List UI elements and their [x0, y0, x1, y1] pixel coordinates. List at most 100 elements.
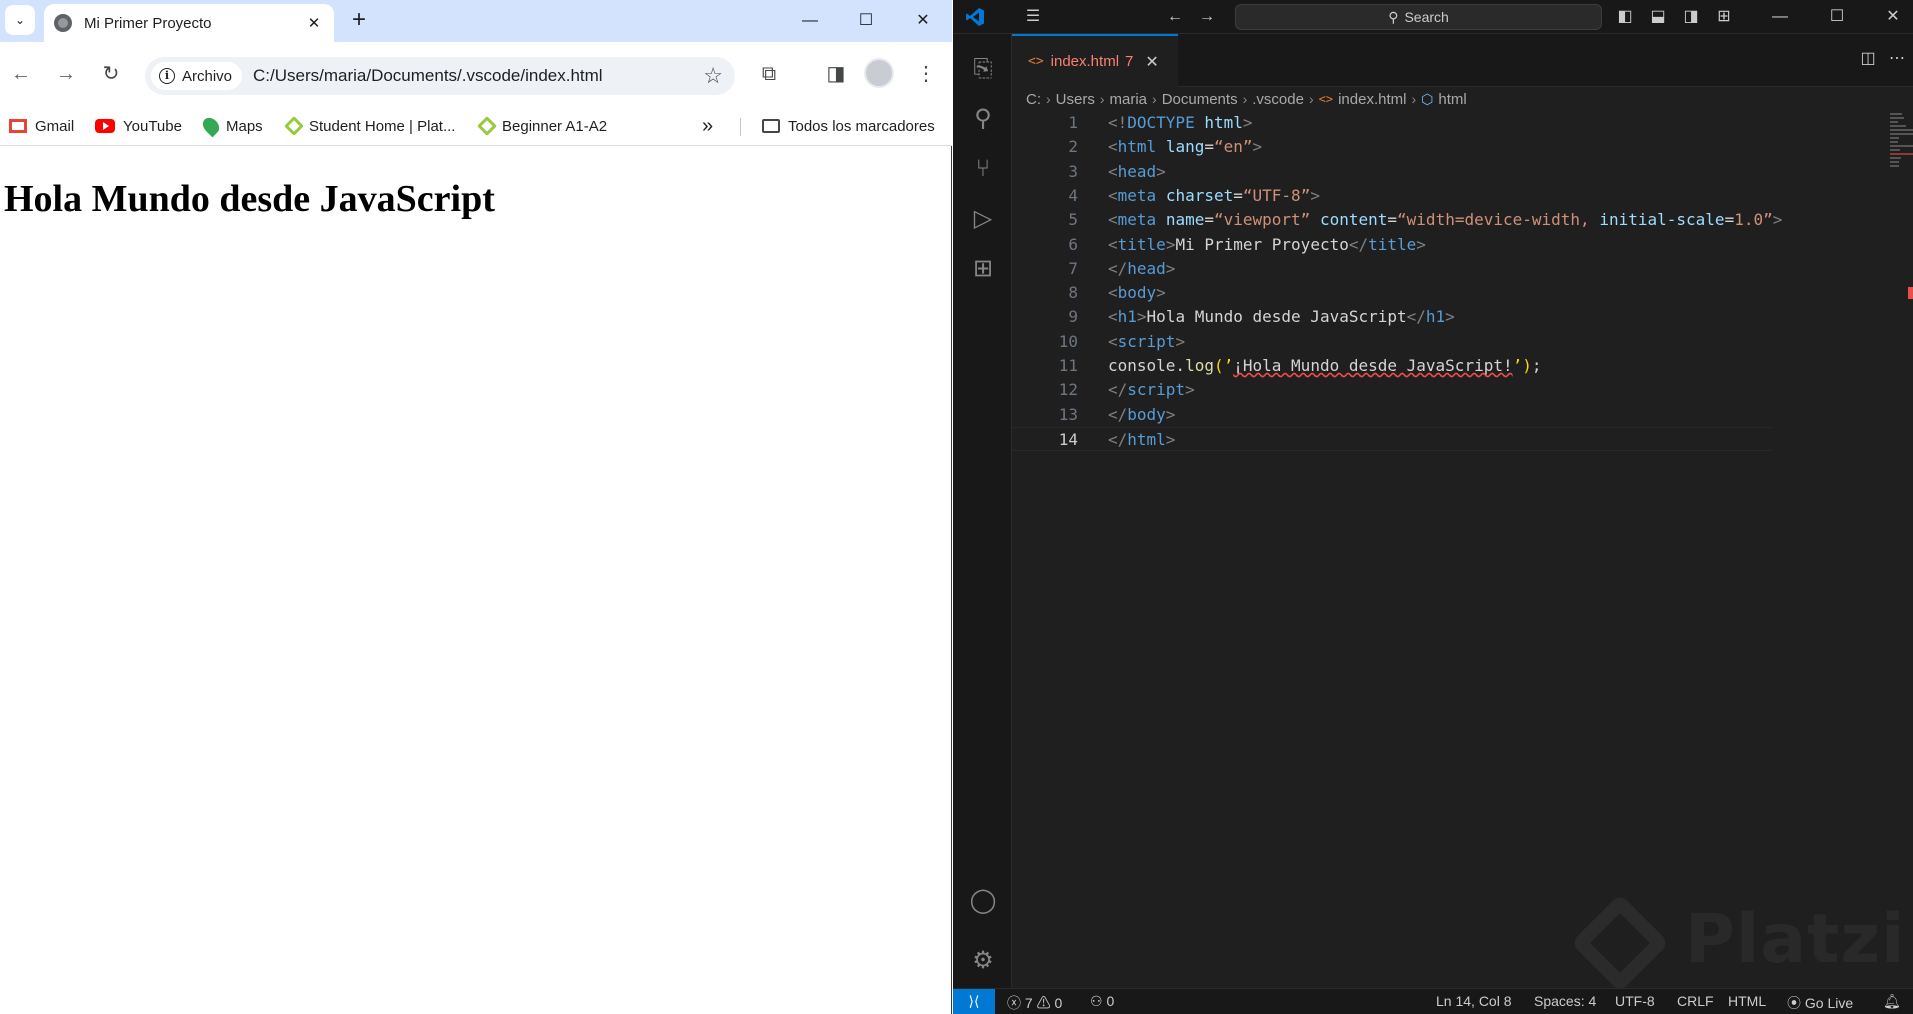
toggle-primary-sidebar-icon[interactable]: ◧	[1613, 5, 1637, 29]
line-number: 5	[1068, 210, 1078, 230]
code-line[interactable]: 4 <meta charset=“UTF-8”>	[1012, 184, 1772, 208]
breadcrumb-item[interactable]: Users	[1056, 91, 1095, 108]
line-number: 12	[1058, 380, 1078, 400]
eol-status[interactable]: CRLF	[1677, 993, 1714, 1009]
breadcrumb-item[interactable]: Documents	[1162, 91, 1238, 108]
code-line[interactable]: 8 <body>	[1012, 281, 1772, 305]
profile-avatar[interactable]	[864, 58, 894, 88]
line-number: 1	[1068, 113, 1078, 132]
breadcrumb-item[interactable]: .vscode	[1252, 91, 1304, 108]
bookmark-beginner[interactable]: Beginner A1-A2	[477, 112, 607, 140]
code-line[interactable]: 6 <title>Mi Primer Proyecto</title>	[1012, 233, 1772, 257]
ports-count: 0	[1106, 993, 1115, 1009]
code-line[interactable]: 14 </html>	[1012, 426, 1772, 451]
breadcrumb-item[interactable]: html	[1438, 91, 1466, 108]
bookmark-student-home[interactable]: Student Home | Plat...	[284, 112, 455, 140]
code-text: <meta charset=“UTF-8”>	[1108, 185, 1320, 205]
accounts-icon[interactable]: ◯	[966, 884, 1000, 918]
tab-close-button[interactable]: ✕	[304, 14, 324, 32]
bookmark-youtube[interactable]: YouTube	[95, 112, 182, 140]
reload-button[interactable]: ↻	[95, 58, 127, 90]
chevron-right-icon: ›	[1411, 91, 1417, 107]
bookmarks-overflow-button[interactable]: »	[702, 112, 713, 140]
encoding-status[interactable]: UTF-8	[1615, 993, 1655, 1009]
split-editor-icon[interactable]: ◫	[1856, 48, 1880, 72]
go-live-button[interactable]: ⦿ Go Live	[1787, 993, 1853, 1013]
browser-tab[interactable]: Mi Primer Proyecto ✕	[44, 4, 334, 42]
language-mode[interactable]: HTML	[1728, 993, 1766, 1009]
bookmark-label: Maps	[226, 117, 263, 135]
toggle-secondary-sidebar-icon[interactable]: ◨	[1679, 5, 1703, 29]
close-window-button[interactable]: ✕	[900, 6, 946, 36]
tab-search-button[interactable]: ⌄	[5, 5, 35, 35]
minimize-button[interactable]: —	[1768, 5, 1792, 29]
code-text: <h1>Hola Mundo desde JavaScript</h1>	[1108, 307, 1455, 327]
code-line[interactable]: 9 <h1>Hola Mundo desde JavaScript</h1>	[1012, 305, 1772, 329]
folder-icon	[762, 119, 780, 133]
bookmark-gmail[interactable]: Gmail	[9, 112, 74, 140]
forward-button[interactable]: →	[50, 58, 82, 90]
remote-indicator-icon[interactable]: ⟩⟨	[953, 989, 995, 1014]
chrome-window: ⌄ Mi Primer Proyecto ✕ + — ☐ ✕ ← → ↻ i A…	[0, 0, 952, 1014]
code-line[interactable]: 5 <meta name=“viewport” content=“width=de…	[1012, 208, 1782, 232]
ports-status[interactable]: ⚇ 0	[1090, 993, 1114, 1010]
close-window-button[interactable]: ✕	[1881, 5, 1905, 29]
line-number: 8	[1068, 283, 1078, 303]
notifications-bell-icon[interactable]: 🔔︎	[1883, 993, 1901, 1010]
maximize-button[interactable]: ☐	[843, 6, 889, 36]
all-bookmarks-button[interactable]: Todos los marcadores	[762, 112, 935, 140]
address-bar[interactable]: i Archivo C:/Users/maria/Documents/.vsco…	[145, 57, 735, 95]
vscode-window: ☰ ← → ⚲ Search ◧ ⬓ ◨ ⊞ — ☐ ✕ ⎘ ⚲ ⑂ ▷ ⊞ ◯…	[953, 0, 1913, 1014]
toggle-panel-icon[interactable]: ⬓	[1646, 5, 1670, 29]
extensions-icon[interactable]: ⊞	[966, 252, 1000, 286]
code-line[interactable]: 1 <!DOCTYPE html>	[1012, 111, 1772, 135]
nav-back-icon[interactable]: ←	[1163, 5, 1187, 29]
side-panel-icon[interactable]: ◨	[820, 58, 852, 90]
code-text: console.log(’¡Hola Mundo desde JavaScrip…	[1108, 356, 1542, 375]
error-icon: ⓧ	[1007, 995, 1021, 1011]
extensions-icon[interactable]: ⧉	[753, 58, 785, 90]
back-button[interactable]: ←	[5, 58, 37, 90]
breadcrumb-item[interactable]: maria	[1110, 91, 1148, 108]
maximize-button[interactable]: ☐	[1825, 5, 1849, 29]
minimize-button[interactable]: —	[787, 6, 833, 36]
site-info-chip[interactable]: i Archivo	[151, 62, 243, 90]
problems-status[interactable]: ⓧ 7 ⚠ 0	[1007, 993, 1062, 1013]
minimap[interactable]	[1890, 111, 1913, 171]
bookmark-maps[interactable]: Maps	[199, 112, 263, 140]
code-line[interactable]: 7 </head>	[1012, 257, 1772, 281]
code-text: <title>Mi Primer Proyecto</title>	[1108, 234, 1426, 254]
settings-gear-icon[interactable]: ⚙	[966, 944, 1000, 978]
line-number: 7	[1068, 258, 1078, 278]
code-line[interactable]: 3 <head>	[1012, 160, 1772, 184]
command-center-search[interactable]: ⚲ Search	[1235, 4, 1602, 30]
code-line[interactable]: 13 </body>	[1012, 403, 1772, 427]
code-line[interactable]: 10 <script>	[1012, 330, 1772, 354]
customize-layout-icon[interactable]: ⊞	[1712, 5, 1736, 29]
cursor-position[interactable]: Ln 14, Col 8	[1436, 993, 1512, 1009]
warning-count: 0	[1054, 995, 1063, 1011]
search-icon[interactable]: ⚲	[966, 102, 1000, 136]
run-debug-icon[interactable]: ▷	[966, 202, 1000, 236]
code-line[interactable]: 2 <html lang=“en”>	[1012, 135, 1772, 159]
breadcrumb-item[interactable]: C:	[1026, 91, 1041, 108]
code-line[interactable]: 11 console.log(’¡Hola Mundo desde JavaScr…	[1012, 354, 1772, 378]
bookmark-star-icon[interactable]: ☆	[703, 63, 723, 89]
code-line[interactable]: 12 </script>	[1012, 378, 1772, 402]
source-control-icon[interactable]: ⑂	[966, 152, 1000, 186]
explorer-icon[interactable]: ⎘	[966, 52, 1000, 86]
indentation-status[interactable]: Spaces: 4	[1534, 993, 1596, 1009]
editor-tab-index-html[interactable]: <> index.html 7 ✕	[1012, 34, 1178, 87]
new-tab-button[interactable]: +	[345, 8, 373, 34]
tab-close-button[interactable]: ✕	[1145, 52, 1158, 72]
menu-kebab-icon[interactable]: ⋮	[910, 58, 942, 90]
tab-filename: index.html	[1050, 53, 1120, 70]
code-editor[interactable]: 1 <!DOCTYPE html> 2 <html lang=“en”> 3 <head>…	[1012, 111, 1913, 988]
globe-icon	[54, 14, 72, 32]
more-actions-icon[interactable]: ⋯	[1885, 48, 1909, 72]
search-icon: ⚲	[1388, 8, 1399, 25]
menu-hamburger-icon[interactable]: ☰	[1021, 5, 1045, 29]
nav-forward-icon[interactable]: →	[1195, 5, 1219, 29]
bookmark-label: Gmail	[35, 117, 75, 135]
breadcrumb-item[interactable]: index.html	[1338, 91, 1406, 108]
